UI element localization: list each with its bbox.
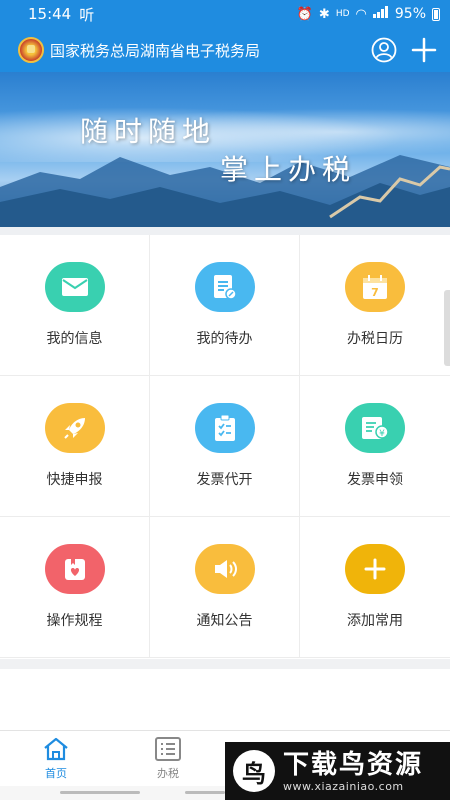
- content-bottom-divider: [0, 659, 450, 669]
- svg-text:¥: ¥: [379, 429, 385, 439]
- grid-item-label: 办税日历: [347, 331, 403, 347]
- grid-item-invoice-apply[interactable]: ¥ 发票申领: [300, 376, 450, 517]
- status-bar: 15:44 听 ⏰ ✱ HD ◠ 95%: [0, 0, 450, 28]
- grid-item-label: 快捷申报: [46, 472, 103, 488]
- grid-item-my-info[interactable]: 我的信息: [0, 235, 150, 376]
- grid-item-announcements[interactable]: 通知公告: [150, 517, 300, 658]
- grid-item-label: 发票申领: [347, 472, 403, 488]
- hd-badge: HD: [335, 9, 350, 19]
- rocket-icon: [44, 403, 105, 453]
- banner[interactable]: 随时随地 掌上办税: [0, 72, 450, 227]
- app-root: 15:44 听 ⏰ ✱ HD ◠ 95% 国家税务总局湖南省电子税务局 随时随地…: [0, 0, 450, 800]
- bluetooth-icon: ✱: [318, 6, 330, 22]
- speaker-icon: [194, 544, 255, 594]
- user-button[interactable]: [368, 34, 400, 66]
- nav-pill: [185, 791, 225, 794]
- watermark-url: www.xiazainiao.com: [283, 779, 404, 793]
- tab-label: 首页: [45, 767, 67, 780]
- signal-icon: [372, 6, 389, 22]
- watermark-logo-icon: 鸟: [233, 750, 275, 792]
- invoice-yen-icon: ¥: [345, 403, 405, 453]
- user-circle-icon: [371, 37, 397, 63]
- grid-item-quick-declare[interactable]: 快捷申报: [0, 376, 150, 517]
- list-icon: [155, 737, 181, 761]
- function-grid: 我的信息 我的待办 7 办税日历 快捷申报 发票代开 ¥ 发票申领 操作规程 通…: [0, 235, 450, 659]
- calendar-icon: 7: [345, 262, 405, 312]
- grid-item-tax-calendar[interactable]: 7 办税日历: [300, 235, 450, 376]
- clipboard-check-icon: [194, 403, 255, 453]
- grid-item-label: 我的待办: [196, 331, 253, 347]
- todo-edit-icon: [194, 262, 255, 312]
- add-button[interactable]: [408, 34, 440, 66]
- battery-icon: [432, 7, 440, 21]
- app-header: 国家税务总局湖南省电子税务局: [0, 28, 450, 72]
- tab-tax[interactable]: 办税: [112, 731, 224, 786]
- grid-item-label: 发票代开: [196, 472, 253, 488]
- grid-item-label: 添加常用: [347, 613, 403, 629]
- carrier-icon: 听: [79, 5, 95, 24]
- calendar-day: 7: [371, 286, 379, 299]
- watermark: 鸟 下载鸟资源 www.xiazainiao.com: [225, 742, 450, 800]
- heart-book-icon: [44, 544, 105, 594]
- tax-emblem-icon: [18, 37, 44, 63]
- watermark-title: 下载鸟资源: [283, 749, 424, 780]
- nav-pill: [60, 791, 140, 794]
- mail-icon: [44, 262, 105, 312]
- page-title: 国家税务总局湖南省电子税务局: [50, 41, 261, 60]
- grid-item-label: 我的信息: [46, 331, 103, 347]
- wifi-icon: ◠: [355, 6, 367, 22]
- edge-panel-handle[interactable]: [444, 290, 450, 366]
- grid-item-procedures[interactable]: 操作规程: [0, 517, 150, 658]
- top-bar: 15:44 听 ⏰ ✱ HD ◠ 95% 国家税务总局湖南省电子税务局: [0, 0, 450, 72]
- alarm-icon: ⏰: [296, 6, 313, 22]
- home-icon: [44, 737, 68, 761]
- plus-icon: [345, 544, 405, 594]
- section-divider: [0, 227, 450, 235]
- status-time: 15:44: [28, 5, 72, 23]
- plus-icon: [411, 37, 437, 63]
- tab-home[interactable]: 首页: [0, 731, 112, 786]
- grid-item-invoice-issue[interactable]: 发票代开: [150, 376, 300, 517]
- grid-item-my-todo[interactable]: 我的待办: [150, 235, 300, 376]
- battery-percent: 95%: [394, 6, 426, 22]
- grid-item-label: 操作规程: [46, 613, 103, 629]
- grid-item-label: 通知公告: [196, 613, 253, 629]
- slogan-line-2: 掌上办税: [220, 153, 357, 186]
- tab-label: 办税: [157, 767, 179, 780]
- slogan-line-1: 随时随地: [80, 115, 217, 148]
- grid-item-add-favorite[interactable]: 添加常用: [300, 517, 450, 658]
